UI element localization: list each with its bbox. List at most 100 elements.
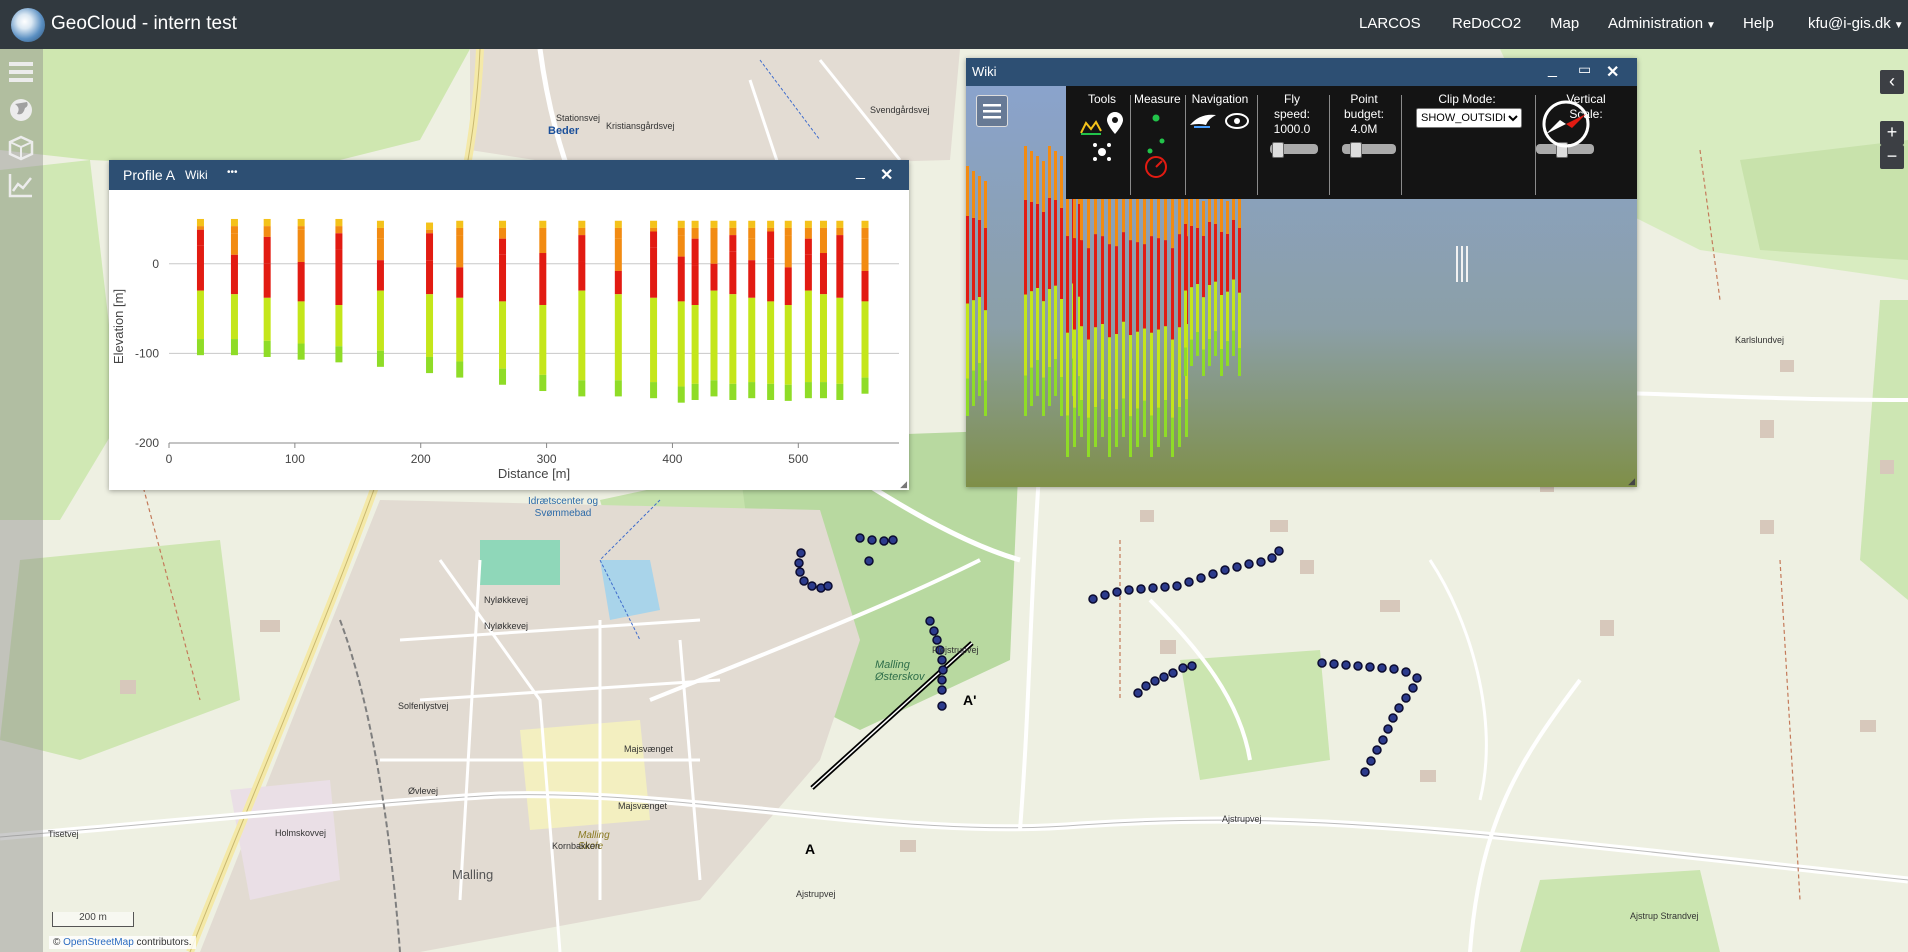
line-chart-icon[interactable] <box>7 171 35 199</box>
borehole-bar-segment <box>710 380 718 397</box>
place-label: Holmskovvej <box>275 828 327 838</box>
app-title[interactable]: GeoCloud - intern test <box>51 13 237 35</box>
borehole-bar-segment <box>578 220 586 228</box>
borehole-3d-stick <box>1232 279 1235 331</box>
nav-user-label: kfu@i-gis.dk <box>1808 15 1891 32</box>
borehole-3d-stick <box>1238 228 1241 293</box>
borehole-bar-segment <box>748 260 756 298</box>
borehole-bar-segment <box>729 220 737 228</box>
point-budget-slider[interactable] <box>1342 142 1396 158</box>
borehole-3d-stick <box>1164 400 1167 437</box>
borehole-bar-segment <box>836 220 844 228</box>
fly-speed-slider[interactable] <box>1270 142 1318 158</box>
maximize-icon[interactable]: ▭ <box>1578 61 1591 78</box>
borehole-3d-stick <box>1226 234 1229 292</box>
borehole-3d-stick <box>1036 204 1039 288</box>
borehole-3d-stick <box>1226 341 1229 366</box>
borehole-bar-segment <box>861 377 869 394</box>
fly-speed-value: 1000.0 <box>1273 122 1311 136</box>
borehole-3d-stick <box>1214 281 1217 332</box>
slider-knob[interactable] <box>1272 142 1284 158</box>
resize-handle-icon[interactable]: ◢ <box>1628 476 1635 487</box>
borehole-bar-segment <box>230 339 238 356</box>
borehole-3d-stick <box>1122 232 1125 322</box>
borehole-3d-stick <box>1220 295 1223 349</box>
compass-icon[interactable] <box>1536 96 1596 152</box>
profile-panel-header[interactable]: Profile A Wiki ••• _ ✕ <box>109 160 909 190</box>
borehole-bar-segment <box>578 380 586 397</box>
place-label: Majsvænget <box>618 801 668 811</box>
borehole-bar-segment <box>650 247 658 298</box>
potree-toolbar: Tools Measure Navigation Fly speed: 1000… <box>1066 86 1637 199</box>
cube-3d-icon[interactable] <box>7 134 35 162</box>
borehole-3d-stick <box>1108 337 1111 418</box>
borehole-bar-segment <box>767 258 775 302</box>
borehole-bar-segment <box>836 383 844 400</box>
borehole-bar-segment <box>263 236 271 264</box>
borehole-bar-segment <box>861 270 869 302</box>
borehole-bar-segment <box>376 260 384 291</box>
nav-larcos[interactable]: LARCOS <box>1359 15 1421 32</box>
more-options-icon[interactable]: ••• <box>227 167 238 178</box>
borehole-3d-stick <box>1190 226 1193 288</box>
borehole-bar-segment <box>767 227 775 232</box>
geocloud-logo-icon[interactable] <box>11 8 45 42</box>
toolbar-separator <box>1130 95 1131 195</box>
borehole-bar-segment <box>748 238 756 261</box>
nav-help[interactable]: Help <box>1743 15 1774 32</box>
minimize-icon[interactable]: _ <box>856 163 865 181</box>
point-budget-group: Point budget: 4.0M <box>1332 92 1396 137</box>
borehole-3d-stick <box>1178 327 1181 408</box>
borehole-bar-segment <box>650 382 658 399</box>
resize-handle-icon[interactable]: ◢ <box>900 479 907 490</box>
borehole-bar-segment <box>836 297 844 384</box>
borehole-bar-segment <box>230 233 238 255</box>
map-pin-icon[interactable] <box>1106 111 1124 135</box>
nav-redoco2[interactable]: ReDoCO2 <box>1452 15 1521 32</box>
x-axis-label: Distance [m] <box>498 466 570 481</box>
layers-list-icon[interactable] <box>7 58 35 86</box>
fly-mode-icon[interactable] <box>1188 111 1218 131</box>
elevation-profile-icon[interactable] <box>1080 119 1103 135</box>
borehole-3d-stick <box>966 166 969 216</box>
borehole-bar-segment <box>499 368 507 385</box>
nav-administration[interactable]: Administration ▼ <box>1608 15 1716 32</box>
profile-wiki-link[interactable]: Wiki <box>185 168 208 182</box>
measure-tools-icon[interactable] <box>1134 109 1180 179</box>
nav-user[interactable]: kfu@i-gis.dk ▼ <box>1808 15 1904 32</box>
borehole-3d-stick <box>1042 301 1045 378</box>
borehole-bar-segment <box>804 254 812 291</box>
zoom-out-button[interactable]: − <box>1880 145 1904 169</box>
orbit-mode-icon[interactable] <box>1222 111 1252 131</box>
x-tick-label: 400 <box>662 452 682 466</box>
place-label: Nyløkkevej <box>484 621 529 631</box>
close-icon[interactable]: ✕ <box>1606 62 1619 82</box>
wiki-panel-header[interactable]: Wiki _ ▭ ✕ <box>966 58 1637 86</box>
clip-mode-select[interactable]: SHOW_OUTSIDE <box>1416 108 1522 128</box>
borehole-bar-segment <box>196 339 204 356</box>
collapse-right-button[interactable]: ‹ <box>1880 70 1904 94</box>
sidebar-menu-button[interactable] <box>976 95 1008 127</box>
x-tick-label: 100 <box>285 452 305 466</box>
borehole-bar-segment <box>263 340 271 357</box>
close-icon[interactable]: ✕ <box>880 165 893 185</box>
borehole-bar-segment <box>614 220 622 228</box>
minimize-icon[interactable]: _ <box>1548 61 1557 79</box>
globe-icon[interactable] <box>7 96 35 124</box>
borehole-3d-stick <box>1178 407 1181 447</box>
borehole-bar-segment <box>861 227 869 239</box>
borehole-bar-segment <box>196 245 204 291</box>
borehole-bar-segment <box>650 220 658 228</box>
fly-speed-label-2: speed: <box>1273 107 1311 121</box>
borehole-3d-stick <box>1030 291 1033 368</box>
borehole-3d-stick <box>1101 324 1104 400</box>
zoom-in-button[interactable]: + <box>1880 121 1904 145</box>
point-cloud-icon[interactable] <box>1091 141 1113 163</box>
borehole-3d-stick <box>1238 292 1241 349</box>
openstreetmap-link[interactable]: OpenStreetMap <box>63 937 134 948</box>
borehole-3d-stick <box>1094 407 1097 447</box>
place-label: Malling <box>452 867 494 882</box>
nav-map[interactable]: Map <box>1550 15 1579 32</box>
slider-knob[interactable] <box>1350 142 1362 158</box>
place-label: Karlslundvej <box>1735 335 1785 345</box>
